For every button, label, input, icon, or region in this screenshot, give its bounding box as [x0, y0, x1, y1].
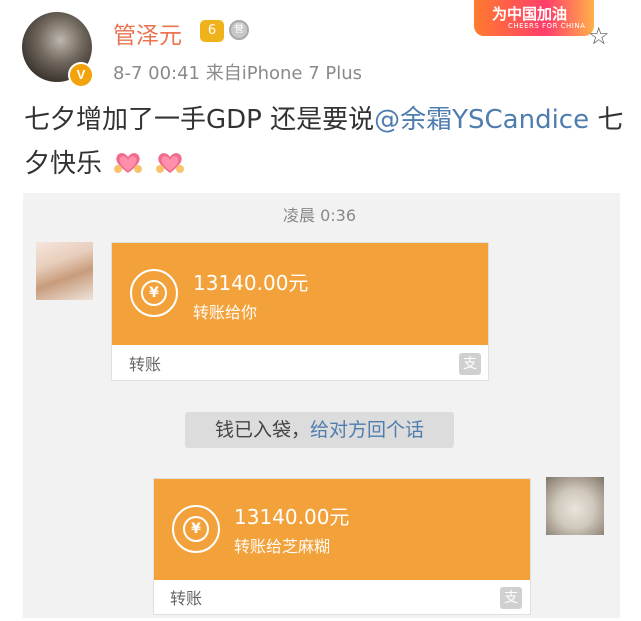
heart-hands-emoji-icon [114, 153, 143, 173]
transfer-amount: 13140.00元 [193, 271, 309, 295]
transfer-card-sent[interactable]: ¥ 13140.00元 转账给芝麻糊 转账 支 [153, 478, 531, 615]
verified-badge-icon: V [68, 62, 94, 88]
post-text: 七夕增加了一手GDP 还是要说@余霜YSCandice 七夕快乐 [24, 98, 624, 186]
medal-badge-icon[interactable]: 誉 [229, 20, 249, 40]
transfer-card-received[interactable]: ¥ 13140.00元 转账给你 转账 支 [111, 242, 489, 381]
transfer-card-header: ¥ 13140.00元 转账给你 [112, 243, 488, 345]
mention-link[interactable]: @余霜YSCandice [374, 105, 589, 135]
sender-avatar [36, 242, 93, 300]
system-message-text: 钱已入袋， [214, 419, 310, 441]
post-meta: 8-7 00:41 来自iPhone 7 Plus [113, 59, 362, 85]
alipay-icon: 支 [459, 353, 481, 375]
post-text-body: 七夕增加了一手GDP 还是要说 [24, 105, 375, 135]
banner-title: 为中国加油 [492, 5, 568, 23]
heart-hands-emoji-icon-2 [155, 153, 184, 173]
transfer-description: 转账给你 [193, 303, 258, 322]
banner-subtitle: CHEERS FOR CHINA [508, 22, 586, 30]
post-time: 8-7 00:41 [113, 63, 200, 84]
yuan-coin-icon: ¥ [172, 505, 220, 553]
yuan-symbol: ¥ [183, 516, 209, 542]
post-source[interactable]: 来自iPhone 7 Plus [206, 63, 362, 84]
system-message: 钱已入袋，给对方回个话 [185, 412, 454, 448]
username[interactable]: 管泽元 [113, 16, 182, 50]
transfer-footer-label: 转账 [129, 355, 162, 374]
alipay-icon: 支 [500, 587, 522, 609]
event-banner[interactable]: 为中国加油 CHEERS FOR CHINA [474, 0, 594, 36]
chat-timestamp: 凌晨 0:36 [283, 206, 357, 225]
transfer-footer-label: 转账 [170, 589, 203, 608]
vip-level-badge-icon[interactable]: 6 [200, 20, 224, 42]
receiver-avatar [546, 477, 604, 535]
reply-link[interactable]: 给对方回个话 [310, 419, 424, 441]
transfer-card-header: ¥ 13140.00元 转账给芝麻糊 [154, 479, 530, 580]
favorite-star-icon[interactable]: ☆ [588, 22, 610, 50]
transfer-amount: 13140.00元 [234, 505, 350, 529]
yuan-symbol: ¥ [141, 280, 167, 306]
transfer-description: 转账给芝麻糊 [234, 537, 331, 556]
yuan-coin-icon: ¥ [130, 269, 178, 317]
